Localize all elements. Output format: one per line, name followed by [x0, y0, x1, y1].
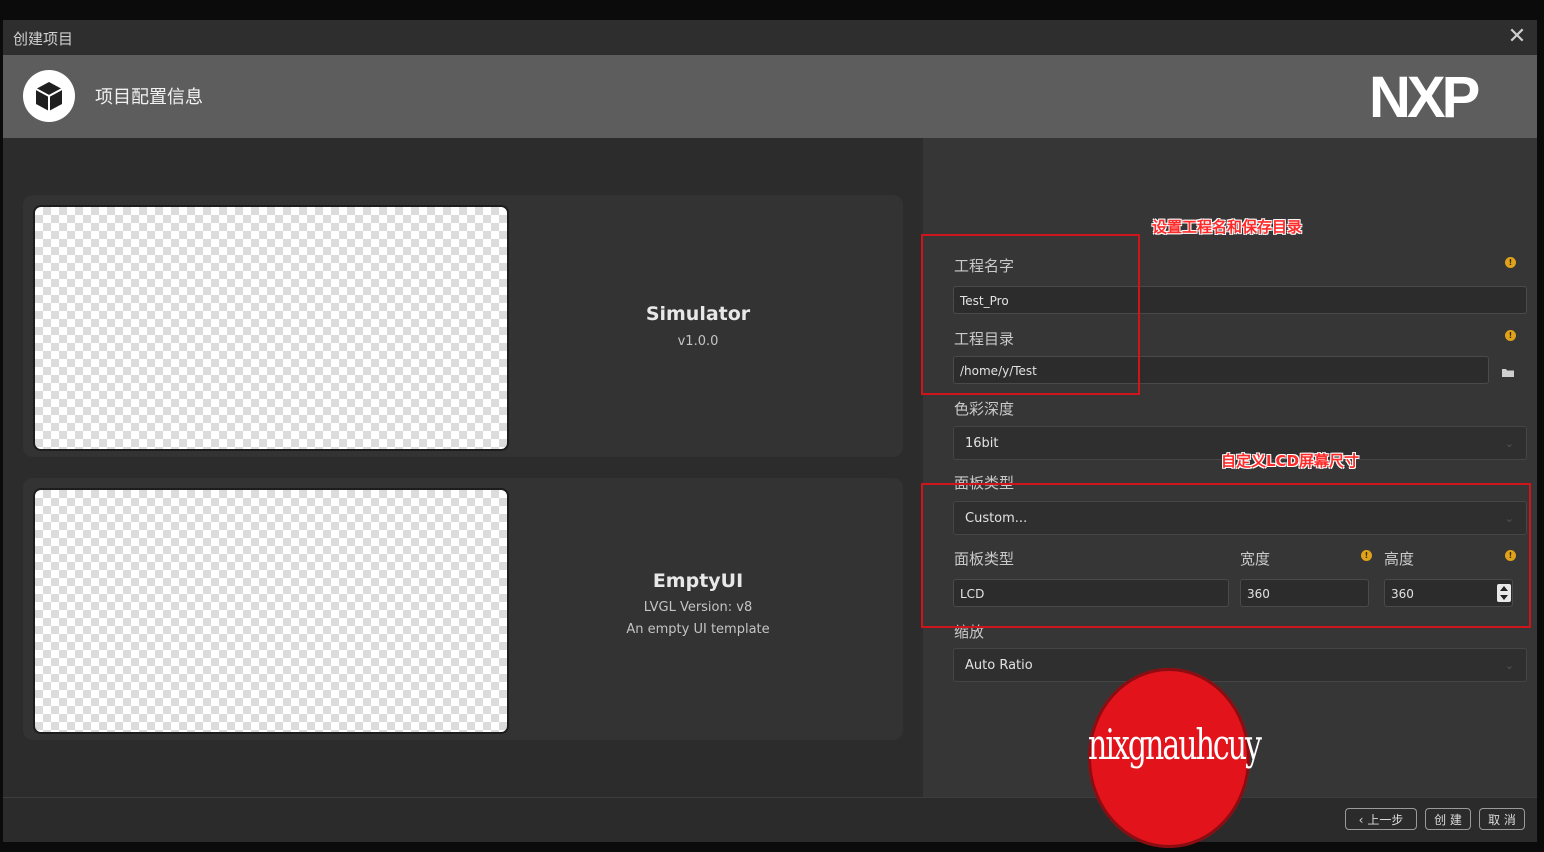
annotation-name-dir: 设置工程名和保存目录: [1152, 218, 1303, 236]
create-button[interactable]: 创 建: [1425, 808, 1471, 830]
prev-label: 上一步: [1367, 813, 1404, 827]
annotation-box-name-dir: [921, 234, 1140, 395]
dialog-header: 项目配置信息 NXP: [3, 55, 1537, 138]
chevron-left-icon: ‹: [1358, 813, 1364, 827]
prev-button[interactable]: ‹ 上一步: [1345, 808, 1417, 830]
dialog-title: 项目配置信息: [95, 87, 203, 108]
template-card-emptyui[interactable]: EmptyUI LVGL Version: v8 An empty UI tem…: [23, 478, 903, 740]
info-icon[interactable]: !: [1505, 330, 1516, 341]
watermark-stamp: nixgnauhcuy: [1088, 668, 1262, 848]
chevron-down-icon: ⌄: [1504, 659, 1514, 672]
folder-icon[interactable]: [1501, 363, 1515, 377]
color-depth-label: 色彩深度: [954, 400, 1015, 418]
template-version: LVGL Version: v8: [643, 600, 753, 615]
annotation-lcd-size: 自定义LCD屏幕尺寸: [1221, 452, 1360, 470]
template-version: v1.0.0: [677, 334, 719, 349]
nxp-logo: NXP: [1369, 65, 1519, 130]
template-list: Simulator v1.0.0 EmptyUI LVGL Version: v…: [3, 138, 923, 797]
stamp-text: nixgnauhcuy: [1088, 721, 1262, 770]
template-name: Simulator: [645, 303, 751, 325]
template-name: EmptyUI: [652, 570, 744, 592]
annotation-box-lcd-size: [921, 483, 1531, 628]
scale-select[interactable]: Auto Ratio ⌄: [953, 648, 1527, 682]
chevron-down-icon: ⌄: [1504, 437, 1514, 450]
info-icon[interactable]: !: [1505, 257, 1516, 268]
template-thumbnail: [33, 488, 509, 734]
color-depth-value: 16bit: [965, 436, 999, 451]
window-titlebar: 创建项目 ✕: [3, 20, 1537, 55]
cube-logo-icon: [23, 70, 75, 122]
cancel-button[interactable]: 取 消: [1479, 808, 1525, 830]
template-description: An empty UI template: [626, 622, 770, 637]
scale-value: Auto Ratio: [965, 658, 1033, 673]
window-title: 创建项目: [13, 30, 74, 48]
svg-text:NXP: NXP: [1369, 71, 1479, 123]
template-thumbnail: [33, 205, 509, 451]
close-icon[interactable]: ✕: [1505, 25, 1529, 49]
template-card-simulator[interactable]: Simulator v1.0.0: [23, 195, 903, 457]
dialog-footer: ‹ 上一步 创 建 取 消: [3, 797, 1537, 842]
